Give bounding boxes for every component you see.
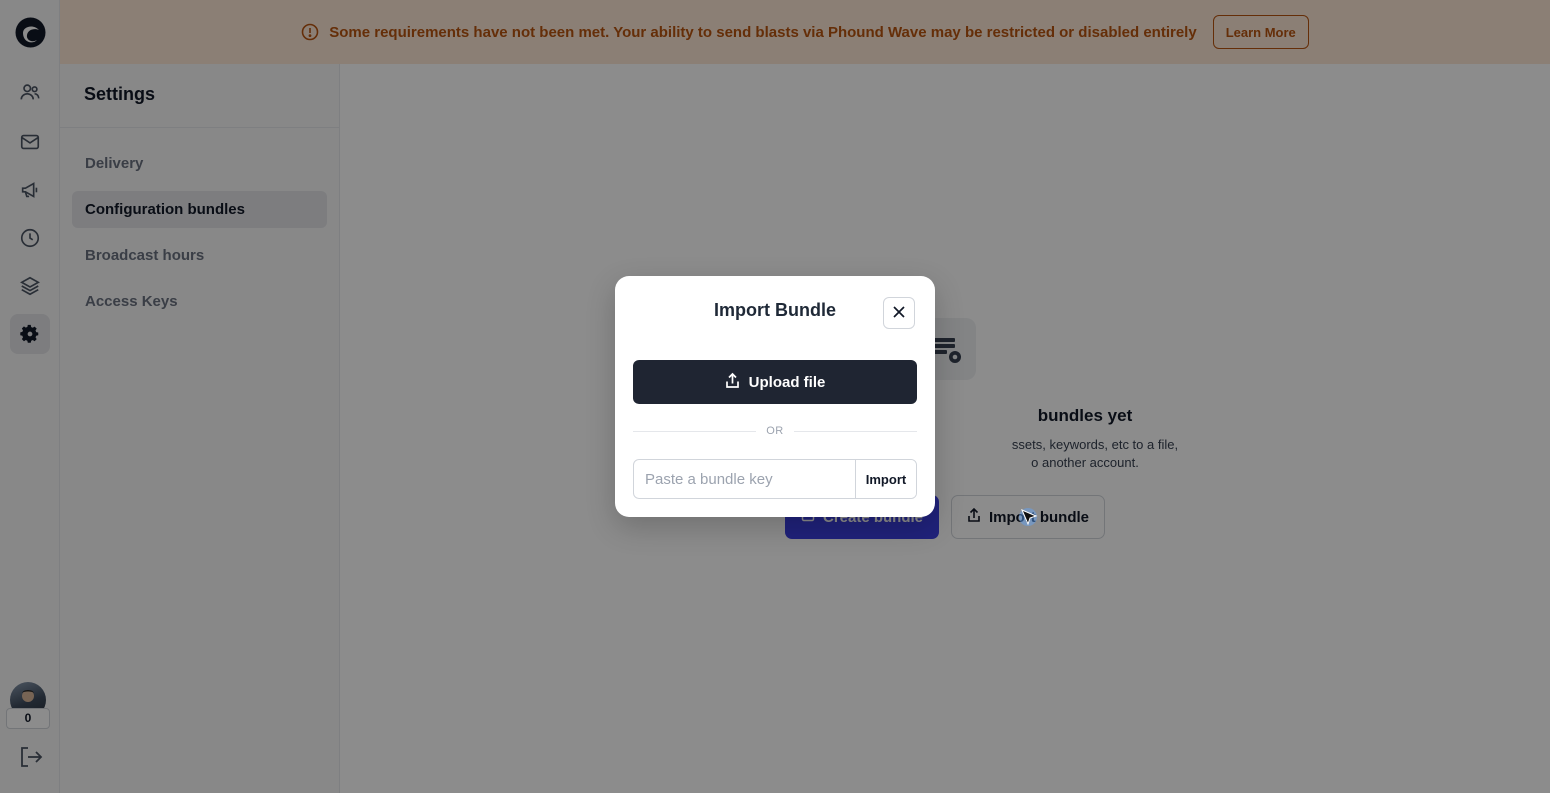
- mouse-cursor-icon: [1018, 507, 1042, 531]
- or-divider: OR: [633, 424, 917, 438]
- bundle-key-group: Import: [633, 459, 917, 499]
- close-icon: [892, 305, 906, 322]
- upload-file-button[interactable]: Upload file: [633, 360, 917, 404]
- bundle-key-input[interactable]: [634, 460, 855, 498]
- close-button[interactable]: [883, 297, 915, 329]
- upload-icon: [725, 372, 740, 393]
- import-bundle-modal: Import Bundle Upload file OR Import: [615, 276, 935, 517]
- import-key-button[interactable]: Import: [855, 460, 916, 498]
